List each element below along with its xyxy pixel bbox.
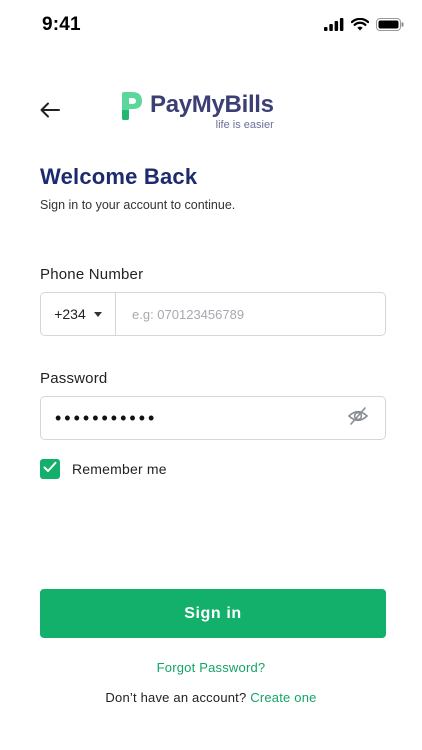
country-code-select[interactable]: +234 [41,293,116,335]
logo-name: PayMyBills [150,91,274,118]
page-title: Welcome Back [40,164,198,189]
remember-me-checkbox[interactable] [40,459,60,479]
paymybills-logo-icon [120,90,146,122]
password-input[interactable] [41,406,343,430]
signup-prompt: Don’t have an account? Create one [0,690,422,705]
arrow-left-icon [40,102,60,123]
status-time: 9:41 [42,14,81,35]
sign-in-button[interactable]: Sign in [40,589,386,638]
eye-off-icon [347,405,369,432]
remember-me-label: Remember me [72,461,167,477]
logo-tagline: life is easier [215,119,274,131]
country-code-value: +234 [54,306,86,322]
battery-icon [376,18,404,36]
forgot-password-link[interactable]: Forgot Password? [0,660,422,675]
page-subtitle: Sign in to your account to continue. [40,198,236,212]
check-icon [43,460,57,478]
caret-down-icon [93,311,102,317]
phone-number-field: +234 [40,292,386,336]
status-icons [324,17,404,36]
back-button[interactable] [36,98,64,126]
create-account-link[interactable]: Create one [250,690,316,705]
cellular-signal-icon [324,18,344,36]
password-label: Password [40,370,108,387]
remember-me-toggle[interactable]: Remember me [40,459,167,479]
signup-prompt-text: Don’t have an account? [105,690,247,705]
password-field [40,396,386,440]
phone-number-label: Phone Number [40,266,144,283]
toggle-password-visibility-button[interactable] [343,403,373,433]
app-logo: PayMyBills life is easier [120,90,274,131]
phone-number-input[interactable] [116,293,385,335]
wifi-icon [350,17,370,36]
